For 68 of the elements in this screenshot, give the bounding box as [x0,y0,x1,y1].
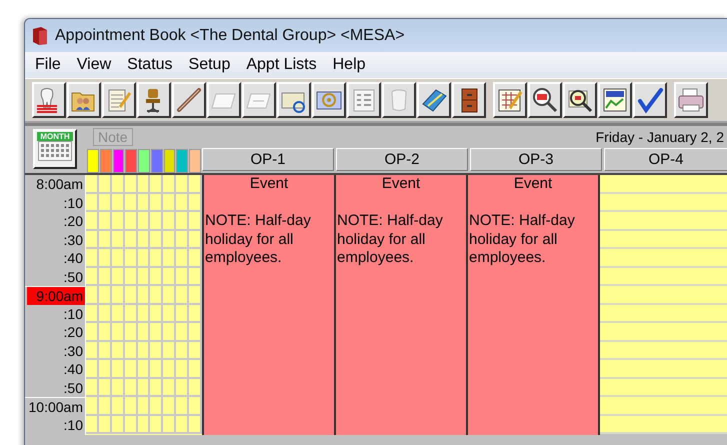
menu-item[interactable]: View [68,56,120,74]
time-label: :40 [62,360,84,378]
toolbar-button[interactable] [172,82,206,118]
time-label: :40 [62,249,84,268]
event-title: Event [512,175,554,194]
toolbar-button[interactable] [102,82,136,118]
toolbar-button[interactable] [346,82,380,118]
column-header[interactable]: OP-4 [604,148,727,171]
toolbar-button[interactable] [416,82,450,118]
event-note: NOTE: Half-day holiday for all employees. [336,212,444,268]
menu-item[interactable]: Appt Lists [238,56,325,74]
time-label: :30 [62,342,84,360]
time-label: :50 [62,378,84,397]
event-block[interactable]: Event NOTE: Half-day holiday for all employees. [336,175,466,435]
event-title: Event [248,175,290,194]
toolbar-button[interactable] [528,82,562,118]
time-label: :20 [62,212,84,230]
menu-item[interactable]: File [27,56,69,74]
printer-icon [676,86,704,114]
appointment-chart-icon [600,86,628,114]
column-header[interactable]: OP-2 [336,148,468,171]
time-label: :10 [62,416,84,434]
time-label: 8:00am [35,175,84,194]
toolbar-button[interactable] [598,82,632,118]
menu-item[interactable]: Setup [180,56,238,74]
color-tab[interactable] [87,149,99,173]
checkmark-icon [636,86,664,114]
event-note: NOTE: Half-day holiday for all employees. [204,212,312,268]
color-tab[interactable] [176,149,188,173]
toolbar-button[interactable] [206,82,240,118]
book-icon [31,26,49,46]
toolbar-button[interactable] [562,82,596,118]
event-block[interactable]: Event NOTE: Half-day holiday for all employees. [468,175,598,435]
event-block[interactable]: Event NOTE: Half-day holiday for all employees. [204,175,334,435]
color-tab[interactable] [164,149,176,173]
time-label: :30 [62,230,84,249]
toolbar-button[interactable] [276,82,310,118]
time-label: 9:00am [27,287,85,304]
color-tab[interactable] [112,149,124,173]
toolbar-button[interactable] [492,82,526,118]
column-header[interactable]: OP-3 [470,148,602,171]
toolbar-button[interactable] [452,82,486,118]
toolbar-button[interactable] [136,82,170,118]
toolbar-button[interactable] [242,82,276,118]
schedule-date: Friday - January 2, 2 [596,129,724,145]
toolbar-button[interactable] [312,82,346,118]
color-tab[interactable] [125,149,138,173]
calendar-grid-icon [38,141,72,161]
time-label: :10 [62,194,84,212]
time-label: :10 [62,304,84,323]
toolbar-button[interactable] [382,82,416,118]
color-tab[interactable] [100,149,112,173]
column-header[interactable]: OP-1 [202,148,334,171]
time-label: 10:00am [28,398,84,416]
time-label: :20 [62,323,84,342]
color-tab[interactable] [189,149,202,173]
time-label: :50 [62,268,84,286]
toolbar-button[interactable] [632,82,666,118]
color-tab[interactable] [138,149,150,173]
toolbar-button[interactable] [32,82,66,118]
window-title: Appointment Book <The Dental Group> <MESA> [55,26,405,44]
menu-item[interactable]: Status [119,56,181,74]
toolbar-button[interactable] [66,82,100,118]
menu-item[interactable]: Help [324,56,374,74]
event-title: Event [380,175,422,194]
toolbar-button[interactable] [674,82,708,118]
color-tab[interactable] [150,149,163,173]
event-note: NOTE: Half-day holiday for all employees. [468,212,576,268]
